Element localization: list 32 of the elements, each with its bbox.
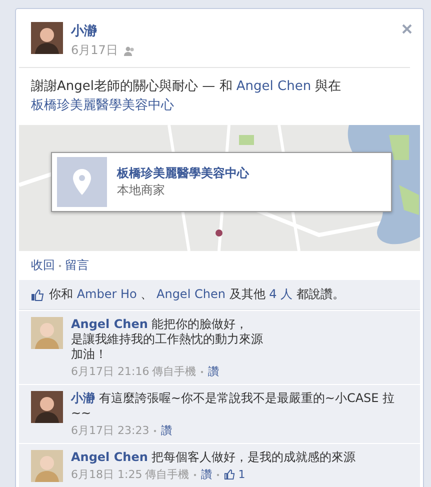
liker-link[interactable]: Angel Chen bbox=[156, 287, 226, 301]
like-link[interactable]: 讚 bbox=[201, 467, 212, 482]
comment-time: 6月17日 21:16 bbox=[71, 364, 150, 379]
comment-source: 傳自手機 bbox=[152, 364, 196, 379]
comment-time: 6月18日 1:25 bbox=[71, 467, 142, 482]
comment-source: 傳自手機 bbox=[145, 467, 190, 482]
liker-link[interactable]: 4 人 bbox=[269, 287, 293, 301]
location-pin-icon bbox=[57, 157, 107, 207]
close-icon[interactable] bbox=[402, 24, 412, 34]
place-category: 本地商家 bbox=[117, 182, 166, 199]
post-text: 謝謝Angel老師的關心與耐心 — 和 Angel Chen 與在 板橋珍美麗醫學美容中心 bbox=[30, 78, 342, 115]
thumbs-up-icon bbox=[31, 288, 44, 300]
comment-text: Angel Chen 把每個客人做好，是我的成就感的來源 bbox=[71, 450, 356, 465]
liker-link[interactable]: Amber Ho bbox=[76, 287, 137, 301]
comment-author[interactable]: 小瀞 bbox=[71, 391, 95, 405]
comment-time: 6月17日 23:23 bbox=[71, 423, 150, 438]
thumbs-up-icon bbox=[224, 469, 236, 480]
author-name[interactable]: 小瀞 bbox=[71, 22, 135, 40]
comment-text: 小瀞 有這麼誇張喔~你不是常說我不是最嚴重的~小CASE 拉~~ bbox=[71, 391, 396, 421]
comment-link[interactable]: 留言 bbox=[65, 257, 89, 274]
like-link[interactable]: 讚 bbox=[161, 423, 172, 438]
like-link[interactable]: 讚 bbox=[208, 364, 220, 379]
tagged-friend-link[interactable]: Angel Chen bbox=[236, 79, 312, 94]
place-link[interactable]: 板橋珍美麗醫學美容中心 bbox=[31, 98, 174, 113]
place-name[interactable]: 板橋珍美麗醫學美容中心 bbox=[117, 165, 249, 182]
comment-text: Angel Chen 能把你的臉做好， 是讓我維持我的工作熱忱的動力來源 加油！ bbox=[71, 317, 263, 362]
like-count[interactable]: 1 bbox=[238, 468, 246, 481]
comment-author[interactable]: Angel Chen bbox=[71, 317, 148, 331]
likes-sentence: 你和 Amber Ho 、 Angel Chen 及其他 4 人 都說讚。 bbox=[49, 286, 344, 303]
people-icon bbox=[124, 46, 135, 56]
collapse-link[interactable]: 收回 bbox=[31, 257, 55, 274]
comment-author[interactable]: Angel Chen bbox=[71, 450, 148, 464]
